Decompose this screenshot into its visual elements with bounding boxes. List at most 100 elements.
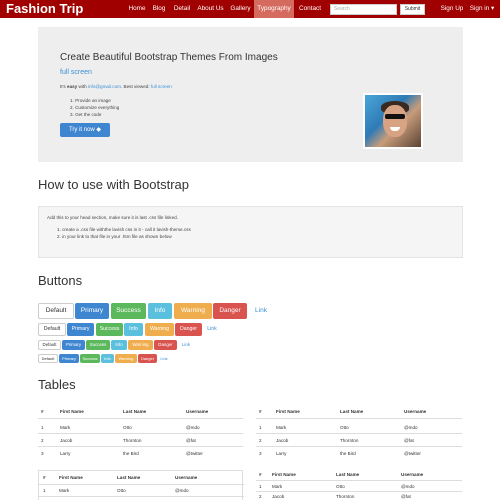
column-header: # [259, 409, 262, 414]
column-header: # [259, 472, 262, 477]
link-button[interactable]: Link [179, 340, 193, 350]
warning-button[interactable]: Warning [128, 340, 153, 350]
primary-button[interactable]: Primary [62, 340, 85, 350]
table-cell: Otto [123, 425, 132, 430]
table-cell: Thornton [123, 438, 142, 443]
success-button[interactable]: Success [111, 303, 146, 319]
hero-photo [363, 93, 423, 149]
default-button[interactable]: Default [38, 340, 61, 350]
column-header: Last Name [336, 472, 360, 477]
table-cell: Mark [272, 484, 283, 489]
table-top-right: # First Name Last Name Username 1 Mark O… [256, 409, 462, 464]
table-cell: 1 [259, 425, 262, 430]
column-header: First Name [272, 472, 296, 477]
danger-button[interactable]: Danger [213, 303, 247, 319]
jumbotron: Create Beautiful Bootstrap Themes From I… [38, 27, 463, 162]
link-button[interactable]: Link [158, 354, 170, 363]
jumbotron-subtitle[interactable]: full screen [60, 69, 92, 76]
table-cell: @mdo [175, 488, 189, 493]
list-item: 1. create a .css file withthe lavish css… [57, 227, 191, 232]
success-button[interactable]: Success [80, 354, 100, 363]
danger-button[interactable]: Danger [175, 323, 202, 336]
list-item: 2. Customize everything [70, 105, 120, 110]
buttons-heading: Buttons [38, 273, 83, 288]
divider [38, 446, 243, 447]
text-best: . Best viewed: [121, 84, 151, 89]
table-top-left: # First Name Last Name Username 1 Mark O… [38, 409, 243, 464]
nav-contact[interactable]: Contact [295, 0, 325, 18]
table-cell: Mark [276, 425, 287, 430]
email-link[interactable]: info@gmail.com [88, 84, 121, 89]
warning-button[interactable]: Warning [174, 303, 212, 319]
brand-logo[interactable]: Fashion Trip [6, 1, 83, 17]
table-cell: Jacob [276, 438, 289, 443]
table-cell: @mdo [404, 425, 418, 430]
warning-button[interactable]: Warning [115, 354, 137, 363]
table-cell: @fat [401, 494, 411, 499]
table-bottom-right: # First Name Last Name Username 1 Mark O… [256, 472, 462, 500]
column-header: Username [401, 472, 424, 477]
table-cell: Otto [117, 488, 126, 493]
table-cell: Otto [340, 425, 349, 430]
divider [256, 433, 462, 434]
step-text: Customize everything [75, 105, 120, 110]
text-with: with [77, 84, 88, 89]
info-button[interactable]: Info [101, 354, 114, 363]
default-button[interactable]: Default [38, 323, 66, 336]
column-header: Last Name [123, 409, 147, 414]
table-cell: Otto [336, 484, 345, 489]
table-cell: @fat [404, 438, 414, 443]
default-button[interactable]: Default [38, 303, 74, 319]
success-button[interactable]: Success [96, 323, 123, 336]
link-button[interactable]: Link [204, 323, 220, 336]
nav-gallery[interactable]: Gallery [227, 0, 254, 18]
column-header: Username [186, 409, 209, 414]
search-input[interactable]: Search [330, 4, 397, 15]
jumbotron-text: It's easy with info@gmail.com. Best view… [60, 84, 172, 89]
primary-button[interactable]: Primary [59, 354, 79, 363]
table-cell: the Bird [340, 451, 356, 456]
info-button[interactable]: Info [148, 303, 172, 319]
text-prefix: It's [60, 84, 68, 89]
column-header: Last Name [117, 475, 141, 480]
table-cell: Thornton [340, 438, 359, 443]
column-header: Username [404, 409, 427, 414]
primary-button[interactable]: Primary [75, 303, 109, 319]
table-cell: 3 [259, 451, 262, 456]
link-button[interactable]: Link [251, 303, 271, 319]
nav-about-us[interactable]: About Us [195, 0, 226, 18]
howto-steps: 1. create a .css file withthe lavish css… [57, 226, 191, 240]
howto-heading: How to use with Bootstrap [38, 177, 190, 192]
danger-button[interactable]: Danger [154, 340, 177, 350]
info-button[interactable]: Info [124, 323, 143, 336]
submit-button[interactable]: Submit [400, 4, 425, 15]
table-cell: Mark [59, 488, 70, 493]
danger-button[interactable]: Danger [138, 354, 157, 363]
signin-dropdown[interactable]: Sign in ▾ [468, 0, 496, 18]
table-bottom-left: # First Name Last Name Username 1 Mark O… [38, 470, 244, 500]
info-button[interactable]: Info [111, 340, 127, 350]
column-header: First Name [59, 475, 83, 480]
howto-intro: Add this to your head section, make sure… [47, 215, 178, 220]
try-it-now-button[interactable]: Try it now ◆ [60, 123, 110, 137]
photo-face [383, 105, 407, 137]
column-header: Username [175, 475, 198, 480]
table-cell: Mark [60, 425, 71, 430]
primary-button[interactable]: Primary [67, 323, 94, 336]
nav-detail[interactable]: Detail [170, 0, 194, 18]
warning-button[interactable]: Warning [145, 323, 174, 336]
table-cell: Jacob [272, 494, 285, 499]
table-cell: @mdo [401, 484, 415, 489]
nav-home[interactable]: Home [125, 0, 149, 18]
list-item: 3. Get the code [70, 112, 102, 117]
nav-blog[interactable]: Blog [149, 0, 169, 18]
best-viewed-link[interactable]: full screen [151, 84, 172, 89]
column-header: First Name [276, 409, 300, 414]
default-button[interactable]: Default [38, 354, 58, 363]
table-cell: 1 [41, 425, 44, 430]
signup-link[interactable]: Sign Up [438, 0, 466, 18]
step-text: create a .css file withthe lavish css in… [62, 227, 191, 232]
nav-typography[interactable]: Typography [254, 0, 294, 18]
success-button[interactable]: Success [86, 340, 110, 350]
table-cell: @twitter [404, 451, 421, 456]
